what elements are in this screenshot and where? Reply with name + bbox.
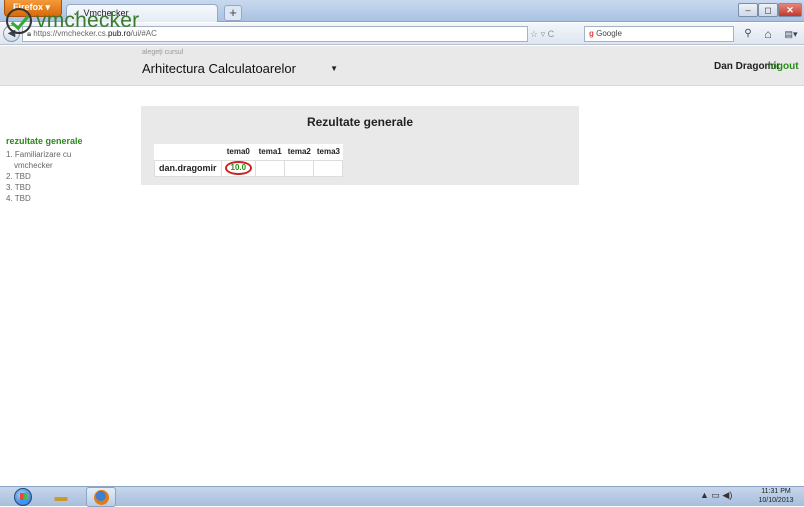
- score-cell[interactable]: 10.0: [220, 159, 257, 177]
- sidebar-item-rezultate-generale[interactable]: rezultate generale: [6, 136, 124, 146]
- maximize-button[interactable]: ◻: [758, 3, 778, 17]
- google-icon: g: [589, 29, 594, 38]
- sidebar-item-familiarizare[interactable]: 1. Familiarizare cu: [6, 150, 124, 160]
- column-header[interactable]: tema3: [313, 144, 343, 161]
- sidebar-item-tbd-2[interactable]: 2. TBD: [6, 172, 124, 182]
- score-value[interactable]: 10.0: [224, 161, 253, 175]
- score-cell: [284, 159, 315, 177]
- page-header: [0, 46, 804, 86]
- results-panel: Rezultate generale tema0 tema1 tema2 tem…: [141, 106, 579, 185]
- results-table: tema0 tema1 tema2 tema3 dan.dragomir 10.…: [154, 144, 344, 177]
- column-header: [154, 144, 222, 161]
- sidebar-item-tbd-4[interactable]: 4. TBD: [6, 194, 124, 204]
- clock-date: 10/10/2013: [758, 497, 794, 504]
- bookmarks-menu-icon[interactable]: ▤▾: [780, 26, 802, 42]
- new-tab-button[interactable]: +: [224, 5, 242, 21]
- checkmark-logo-icon: [6, 8, 32, 34]
- column-header[interactable]: tema2: [284, 144, 314, 161]
- sidebar: rezultate generale 1. Familiarizare cu v…: [6, 136, 124, 205]
- logout-link[interactable]: logout: [768, 61, 799, 72]
- table-row: dan.dragomir 10.0: [154, 159, 344, 177]
- course-selected-value: Arhitectura Calculatoarelor: [142, 61, 296, 76]
- system-clock[interactable]: 11:31 PM 10/10/2013: [752, 487, 800, 505]
- chevron-down-icon: ▼: [330, 64, 338, 73]
- score-cell: [313, 159, 344, 177]
- search-box[interactable]: g Google: [584, 26, 734, 42]
- sidebar-item-tbd-3[interactable]: 3. TBD: [6, 183, 124, 193]
- windows-start-icon[interactable]: [14, 488, 32, 506]
- windows-taskbar: ▬ ▲ ▭ ◀) 11:31 PM 10/10/2013: [0, 486, 804, 507]
- folder-icon[interactable]: ▬: [50, 488, 72, 506]
- score-cell: [255, 159, 286, 177]
- student-name: dan.dragomir: [154, 159, 222, 177]
- results-title: Rezultate generale: [306, 115, 414, 129]
- close-window-button[interactable]: ✕: [778, 3, 802, 17]
- course-label: alegeți cursul: [142, 49, 184, 56]
- vmchecker-logo: vmchecker: [6, 8, 140, 36]
- table-header-row: tema0 tema1 tema2 tema3: [154, 144, 343, 161]
- clock-time: 11:31 PM: [761, 488, 791, 495]
- system-tray-icons[interactable]: ▲ ▭ ◀): [700, 490, 732, 501]
- bookmark-star-reload-icons[interactable]: ☆ ▿ C: [530, 26, 580, 42]
- column-header[interactable]: tema0: [221, 144, 256, 161]
- search-icon[interactable]: ⚲: [740, 26, 756, 42]
- column-header[interactable]: tema1: [255, 144, 285, 161]
- logo-text: vmchecker: [36, 9, 140, 32]
- search-engine-label: Google: [596, 29, 622, 38]
- firefox-taskbar-icon[interactable]: [86, 487, 116, 507]
- sidebar-item-familiarizare-cont[interactable]: vmchecker: [6, 161, 124, 171]
- home-icon[interactable]: ⌂: [760, 25, 776, 43]
- course-select[interactable]: Arhitectura Calculatoarelor ▼: [142, 59, 340, 78]
- minimize-button[interactable]: –: [738, 3, 758, 17]
